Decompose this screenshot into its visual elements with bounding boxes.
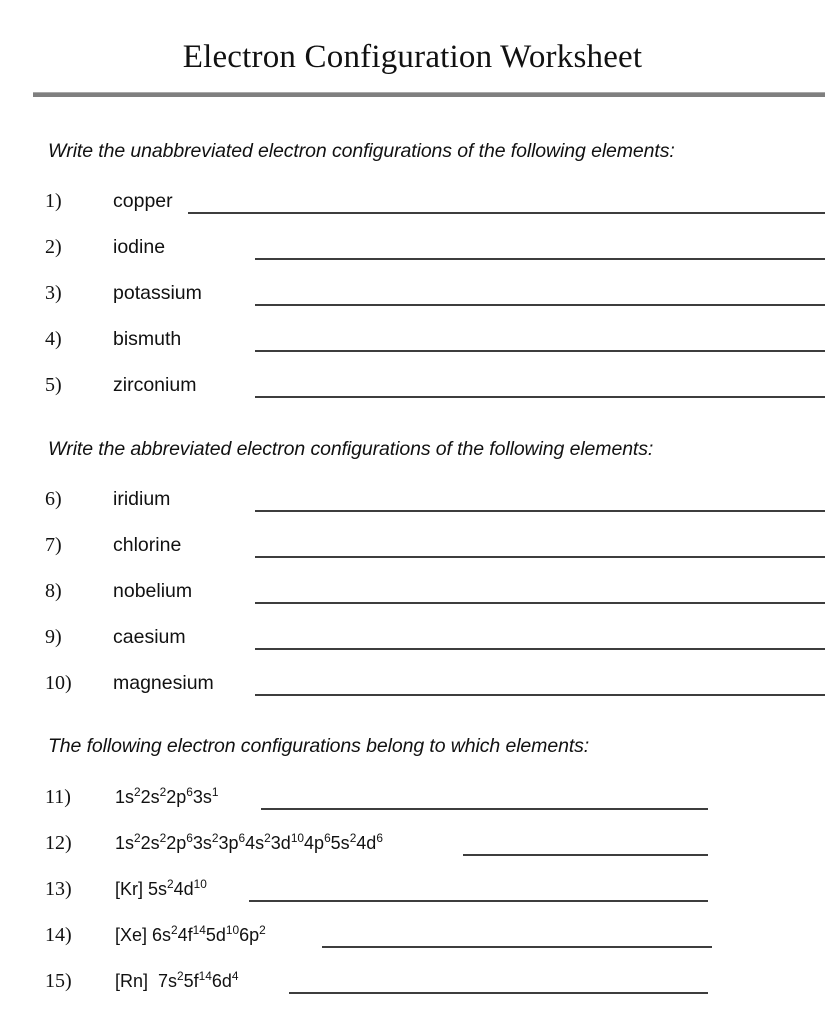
question-number: 12) [45, 832, 72, 854]
section-heading-unabbreviated: Write the unabbreviated electron configu… [48, 140, 675, 162]
answer-blank[interactable] [255, 396, 825, 398]
element-name: nobelium [113, 580, 193, 602]
question-number: 13) [45, 878, 72, 900]
electron-configuration: 1s22s22p63s1 [115, 785, 219, 807]
element-name: magnesium [113, 672, 214, 694]
electron-configuration: [Kr] 5s24d10 [115, 877, 207, 899]
answer-blank[interactable] [463, 854, 708, 856]
answer-blank[interactable] [255, 602, 825, 604]
answer-blank[interactable] [255, 556, 825, 558]
question-row: 7) chlorine [0, 530, 825, 564]
question-number: 3) [45, 282, 62, 304]
answer-blank[interactable] [255, 648, 825, 650]
answer-blank[interactable] [255, 510, 825, 512]
question-row: 6) iridium [0, 484, 825, 518]
question-number: 9) [45, 626, 62, 648]
question-row: 10) magnesium [0, 668, 825, 702]
answer-blank[interactable] [249, 900, 708, 902]
config-row: 15) [Rn] 7s25f146d4 [0, 966, 825, 1000]
question-number: 6) [45, 488, 62, 510]
section-heading-identify: The following electron configurations be… [48, 735, 590, 757]
question-number: 5) [45, 374, 62, 396]
question-number: 1) [45, 190, 62, 212]
answer-blank[interactable] [188, 212, 825, 214]
title-block: Electron Configuration Worksheet [0, 40, 825, 75]
question-number: 7) [45, 534, 62, 556]
element-name: chlorine [113, 534, 182, 556]
answer-blank[interactable] [255, 258, 825, 260]
question-row: 3) potassium [0, 278, 825, 312]
element-name: iridium [113, 488, 171, 510]
question-row: 8) nobelium [0, 576, 825, 610]
element-name: potassium [113, 282, 202, 304]
answer-blank[interactable] [261, 808, 708, 810]
question-number: 8) [45, 580, 62, 602]
electron-configuration: [Xe] 6s24f145d106p2 [115, 923, 266, 945]
question-number: 14) [45, 924, 72, 946]
question-row: 9) caesium [0, 622, 825, 656]
answer-blank[interactable] [255, 350, 825, 352]
question-number: 15) [45, 970, 72, 992]
answer-blank[interactable] [255, 694, 825, 696]
element-name: zirconium [113, 374, 197, 396]
question-number: 10) [45, 672, 72, 694]
config-row: 14) [Xe] 6s24f145d106p2 [0, 920, 825, 954]
question-row: 1) copper [0, 186, 825, 220]
question-row: 5) zirconium [0, 370, 825, 404]
config-row: 13) [Kr] 5s24d10 [0, 874, 825, 908]
electron-configuration: 1s22s22p63s23p64s23d104p65s24d6 [115, 831, 383, 853]
element-name: caesium [113, 626, 186, 648]
page-title: Electron Configuration Worksheet [182, 39, 643, 75]
section-heading-abbreviated: Write the abbreviated electron configura… [48, 438, 654, 460]
title-divider [33, 92, 825, 97]
element-name: copper [113, 190, 173, 212]
question-number: 11) [45, 786, 71, 808]
answer-blank[interactable] [289, 992, 708, 994]
worksheet-page: Electron Configuration Worksheet Write t… [0, 0, 825, 1024]
answer-blank[interactable] [255, 304, 825, 306]
question-number: 4) [45, 328, 62, 350]
config-row: 12) 1s22s22p63s23p64s23d104p65s24d6 [0, 828, 825, 862]
config-row: 11) 1s22s22p63s1 [0, 782, 825, 816]
element-name: bismuth [113, 328, 182, 350]
element-name: iodine [113, 236, 166, 258]
answer-blank[interactable] [322, 946, 712, 948]
electron-configuration: [Rn] 7s25f146d4 [115, 969, 239, 991]
question-row: 4) bismuth [0, 324, 825, 358]
question-row: 2) iodine [0, 232, 825, 266]
question-number: 2) [45, 236, 62, 258]
